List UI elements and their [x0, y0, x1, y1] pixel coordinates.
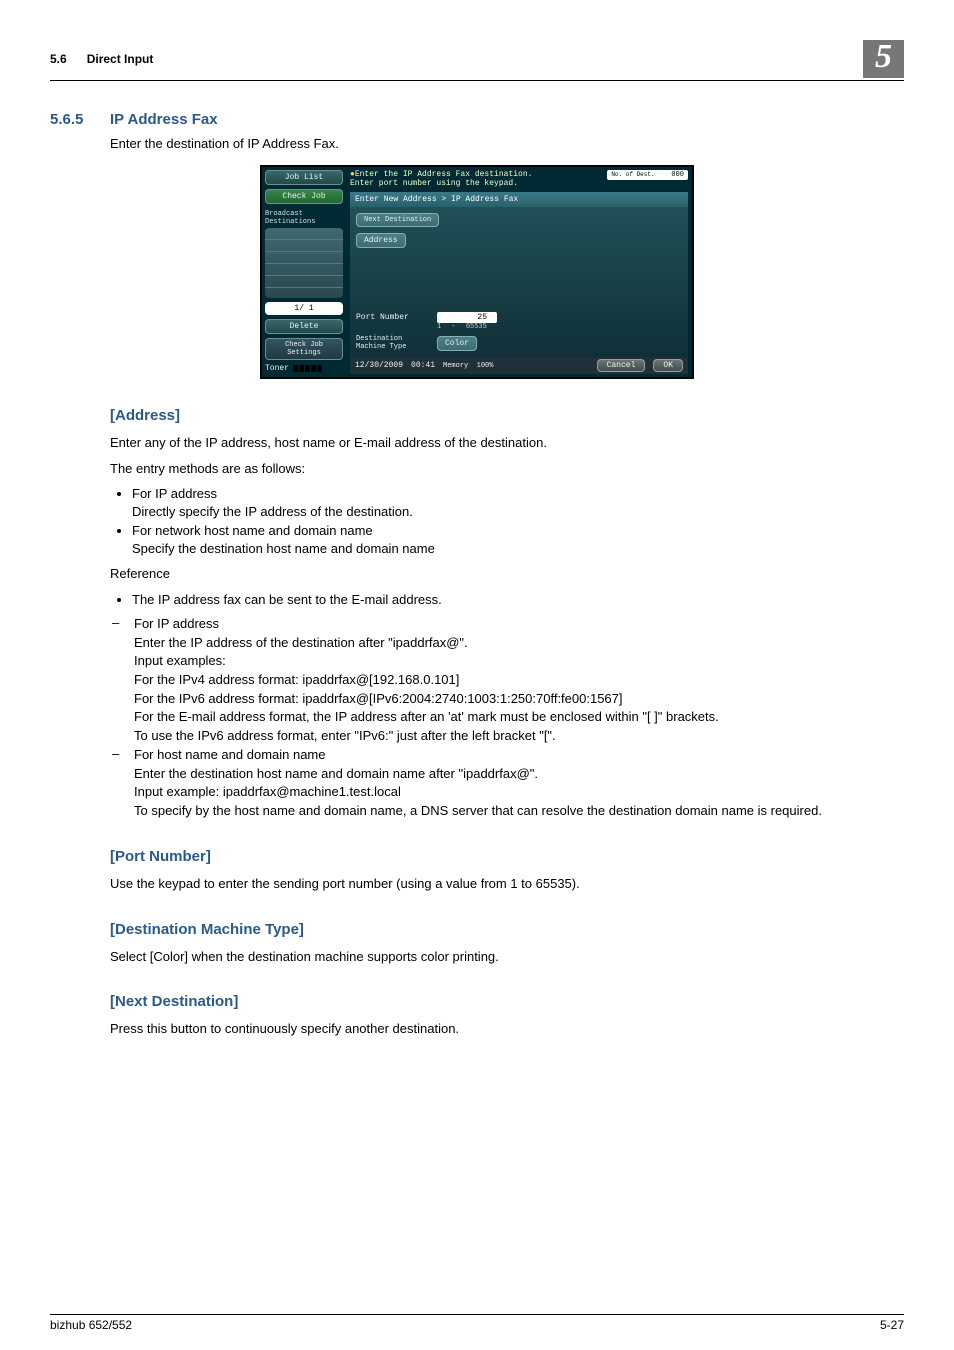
no-of-dest-badge: No. of Dest. 000: [607, 170, 688, 180]
dmt-heading: [Destination Machine Type]: [110, 921, 904, 938]
check-settings-button[interactable]: Check Job Settings: [265, 338, 343, 360]
list-item: For IP address Directly specify the IP a…: [132, 485, 904, 520]
port-content: Use the keypad to enter the sending port…: [110, 875, 904, 893]
section-intro: Enter the destination of IP Address Fax.: [110, 136, 904, 151]
dmt-label: Destination Machine Type: [356, 335, 431, 351]
page-number: 5-27: [880, 1318, 904, 1332]
product-name: bizhub 652/552: [50, 1318, 132, 1332]
section-title: IP Address Fax: [110, 111, 218, 128]
date-text: 12/30/2009: [355, 361, 403, 370]
device-screenshot: Job List Check Job Broadcast Destination…: [260, 165, 694, 379]
section-number: 5.6.5: [50, 111, 110, 128]
joblist-button[interactable]: Job List: [265, 170, 343, 185]
dmt-button[interactable]: Color: [437, 336, 477, 351]
list-item: The IP address fax can be sent to the E-…: [132, 591, 904, 609]
nextdest-content: Press this button to continuously specif…: [110, 1020, 904, 1038]
pager[interactable]: 1/ 1: [265, 302, 343, 315]
toner-indicator: Toner: [265, 364, 343, 373]
address-button[interactable]: Address: [356, 233, 406, 248]
list-item: – For host name and domain name Enter th…: [112, 745, 904, 820]
cancel-button[interactable]: Cancel: [597, 359, 646, 372]
dmt-content: Select [Color] when the destination mach…: [110, 948, 904, 966]
chapter-number: 5: [863, 40, 904, 78]
page-footer: bizhub 652/552 5-27: [50, 1314, 904, 1332]
port-value[interactable]: 25: [437, 312, 497, 323]
port-heading: [Port Number]: [110, 848, 904, 865]
broadcast-label: Broadcast Destinations: [265, 208, 343, 228]
toner-label: Toner: [265, 364, 289, 373]
address-heading: [Address]: [110, 407, 904, 424]
page-header: 5.6 Direct Input 5: [50, 40, 904, 81]
list-item: For network host name and domain name Sp…: [132, 522, 904, 557]
address-content: Enter any of the IP address, host name o…: [110, 434, 904, 820]
toner-bars-icon: [293, 365, 322, 372]
next-destination-button[interactable]: Next Destination: [356, 213, 439, 227]
checkjob-button[interactable]: Check Job: [265, 189, 343, 204]
prompt-text: ●Enter the IP Address Fax destination. E…: [350, 170, 607, 192]
nextdest-heading: [Next Destination]: [110, 993, 904, 1010]
dest-list: [265, 228, 343, 298]
header-section: 5.6: [50, 52, 67, 66]
delete-button[interactable]: Delete: [265, 319, 343, 334]
ok-button[interactable]: OK: [653, 359, 683, 372]
time-text: 00:41: [411, 361, 435, 370]
section-heading: 5.6.5 IP Address Fax: [50, 111, 904, 128]
header-left: 5.6 Direct Input: [50, 52, 153, 66]
breadcrumb: Enter New Address > IP Address Fax: [350, 192, 688, 207]
header-title: Direct Input: [87, 52, 154, 66]
port-label: Port Number: [356, 313, 431, 322]
list-item: – For IP address Enter the IP address of…: [112, 614, 904, 745]
